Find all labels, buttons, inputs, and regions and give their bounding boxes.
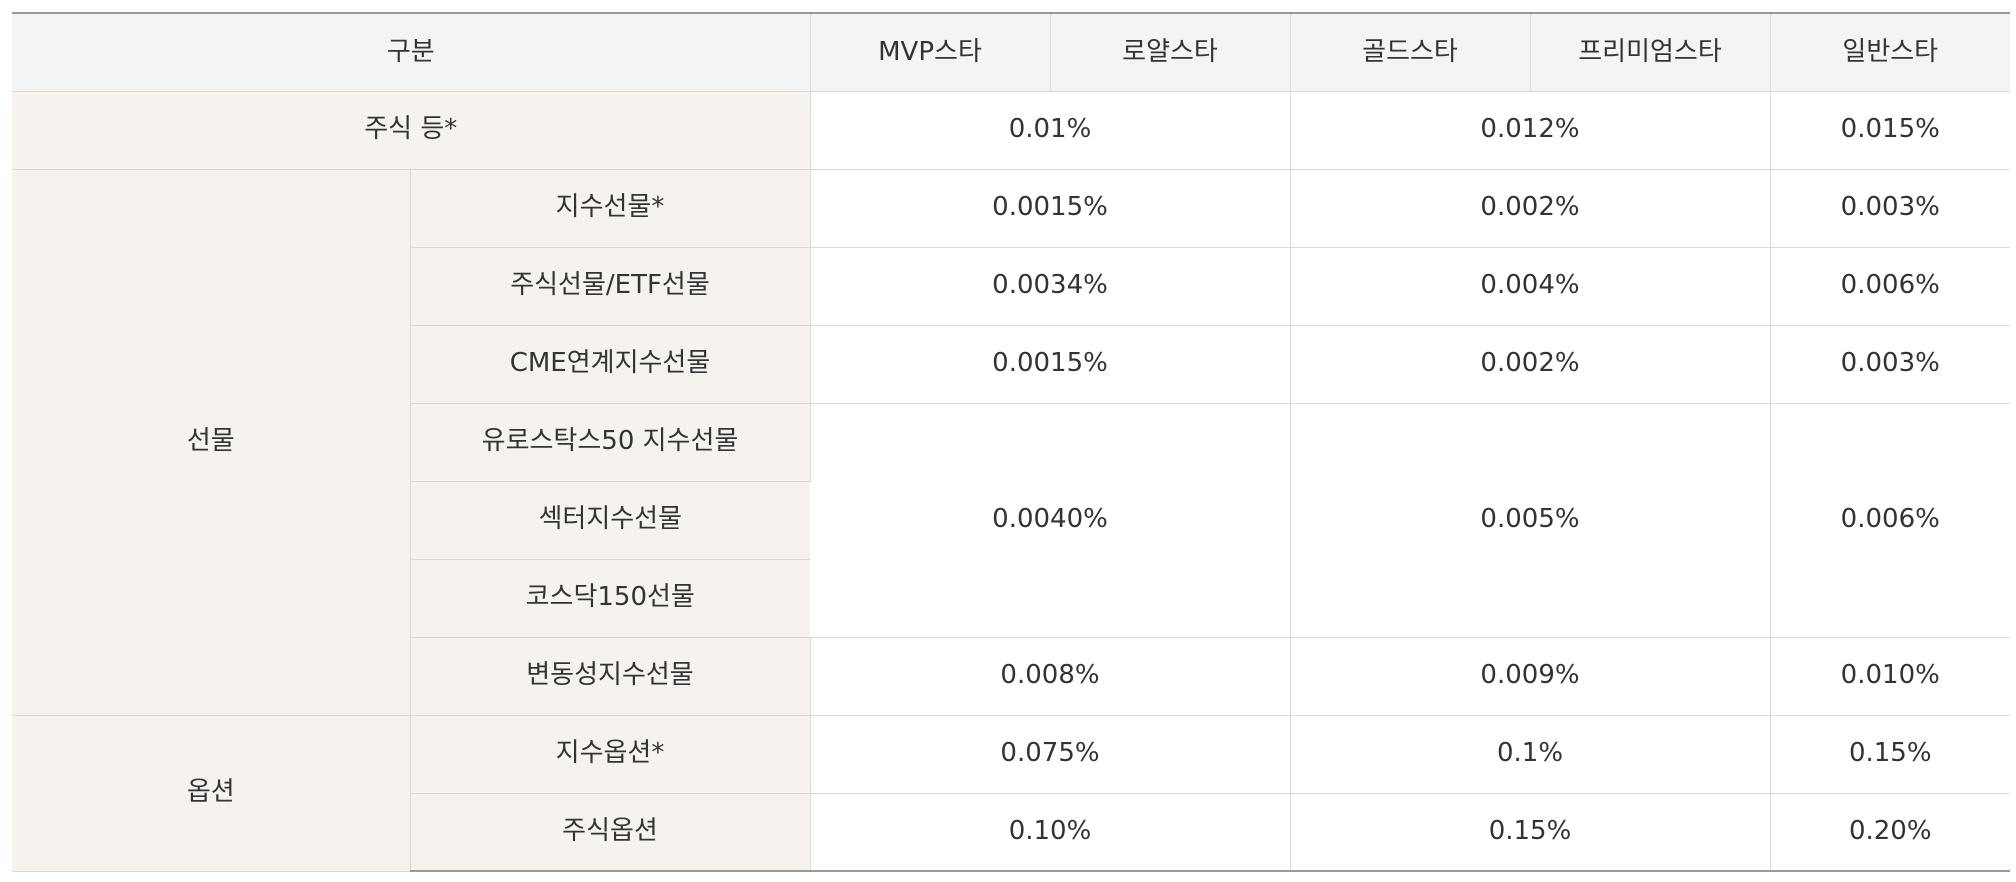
rate-normal: 0.015% bbox=[1770, 91, 2010, 170]
table-row: 선물 지수선물* 0.0015% 0.002% 0.003% bbox=[12, 169, 2010, 716]
row-label-vol-futures: 변동성지수선물 bbox=[410, 637, 811, 716]
rate-mvp-royal: 0.01% bbox=[810, 91, 1291, 170]
rate-normal: 0.003% bbox=[1770, 325, 2010, 404]
rate-mvp-royal: 0.0015% bbox=[810, 325, 1291, 404]
fee-table: 구분 MVP스타 로얄스타 골드스타 프리미엄스타 일반스타 주식 등* 0.0… bbox=[12, 12, 2010, 872]
row-label-cme-futures: CME연계지수선물 bbox=[410, 325, 811, 404]
rate-normal: 0.003% bbox=[1770, 169, 2010, 248]
rate-gold-premium: 0.005% bbox=[1290, 403, 1771, 638]
rate-mvp-royal: 0.008% bbox=[810, 637, 1291, 716]
rate-normal: 0.15% bbox=[1770, 715, 2010, 794]
row-label-kosdaq-futures: 코스닥150선물 bbox=[410, 559, 810, 638]
rate-mvp-royal: 0.075% bbox=[810, 715, 1291, 794]
rate-gold-premium: 0.15% bbox=[1290, 793, 1771, 872]
row-label-euro-futures: 유로스탁스50 지수선물 bbox=[410, 403, 811, 482]
header-category: 구분 bbox=[12, 13, 811, 92]
row-label-index-options: 지수옵션* bbox=[410, 715, 811, 794]
rate-mvp-royal: 0.0034% bbox=[810, 247, 1291, 326]
rate-normal: 0.20% bbox=[1770, 793, 2010, 872]
table-row: 주식 등* 0.01% 0.012% 0.015% bbox=[12, 91, 2010, 170]
row-label-stock-etf-futures: 주식선물/ETF선물 bbox=[410, 247, 811, 326]
row-label-sector-futures: 섹터지수선물 bbox=[410, 481, 810, 560]
rate-gold-premium: 0.012% bbox=[1290, 91, 1771, 170]
row-label-index-futures: 지수선물* bbox=[410, 169, 811, 248]
header-normal: 일반스타 bbox=[1770, 13, 2010, 92]
header-row: 구분 MVP스타 로얄스타 골드스타 프리미엄스타 일반스타 bbox=[12, 13, 2010, 92]
fee-table-container: 구분 MVP스타 로얄스타 골드스타 프리미엄스타 일반스타 주식 등* 0.0… bbox=[12, 12, 2010, 872]
rate-gold-premium: 0.002% bbox=[1290, 169, 1771, 248]
rate-gold-premium: 0.1% bbox=[1290, 715, 1771, 794]
group-label-options: 옵션 bbox=[12, 715, 411, 872]
rate-mvp-royal: 0.10% bbox=[810, 793, 1291, 872]
header-premium: 프리미엄스타 bbox=[1530, 13, 1771, 92]
table-row: 옵션 지수옵션* 0.075% 0.1% 0.15% bbox=[12, 715, 2010, 872]
row-label-stock-options: 주식옵션 bbox=[410, 793, 811, 872]
header-gold: 골드스타 bbox=[1290, 13, 1531, 92]
group-label-futures: 선물 bbox=[12, 169, 411, 716]
header-mvp: MVP스타 bbox=[810, 13, 1051, 92]
row-label-stock: 주식 등* bbox=[12, 91, 811, 170]
rate-mvp-royal: 0.0015% bbox=[810, 169, 1291, 248]
rate-normal: 0.006% bbox=[1770, 403, 2010, 638]
rate-mvp-royal: 0.0040% bbox=[810, 403, 1291, 638]
header-royal: 로얄스타 bbox=[1050, 13, 1291, 92]
rate-gold-premium: 0.002% bbox=[1290, 325, 1771, 404]
rate-normal: 0.006% bbox=[1770, 247, 2010, 326]
rate-gold-premium: 0.004% bbox=[1290, 247, 1771, 326]
rate-normal: 0.010% bbox=[1770, 637, 2010, 716]
rate-gold-premium: 0.009% bbox=[1290, 637, 1771, 716]
